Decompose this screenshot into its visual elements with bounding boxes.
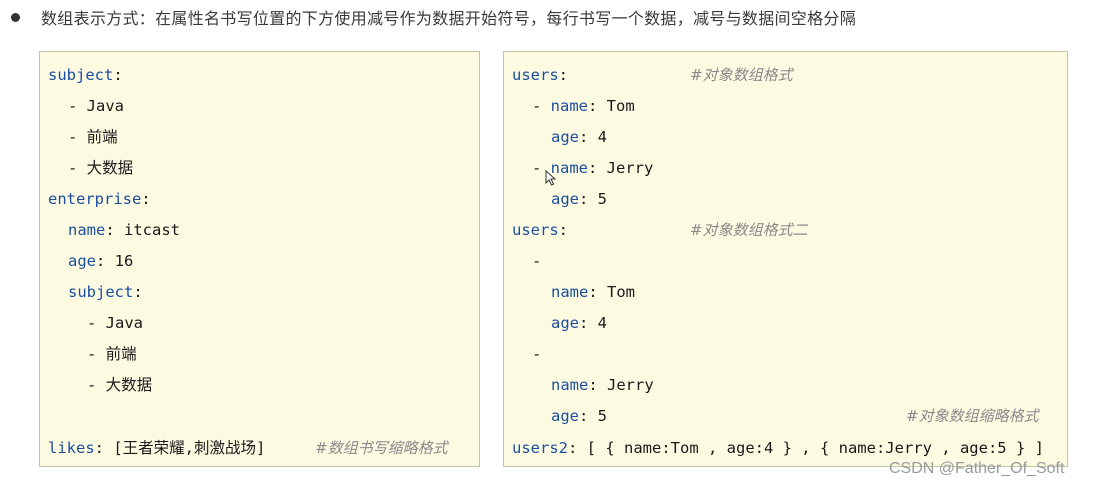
bullet-dot xyxy=(11,12,20,22)
code-line: age: 4 xyxy=(551,314,608,332)
code-line: age: 5 xyxy=(551,190,608,208)
bullet-text: 数组表示方式：在属性名书写位置的下方使用减号作为数据开始符号，每行书写一个数据，… xyxy=(41,9,857,28)
code-line: subject: xyxy=(68,283,143,301)
left-code-panel: subject: - Java - 前端 - 大数据 enterprise: n… xyxy=(39,51,480,467)
code-line: - 前端 xyxy=(68,128,118,146)
code-line: age: 4 xyxy=(551,128,608,146)
code-comment: #对象数组缩略格式 xyxy=(906,407,1039,425)
code-line: name: itcast xyxy=(68,221,180,239)
code-line: - 大数据 xyxy=(87,376,153,394)
right-code-panel: users: #对象数组格式 - name: Tom age: 4 - name… xyxy=(503,51,1068,467)
mouse-cursor-icon xyxy=(545,170,557,186)
code-comment: #对象数组格式二 xyxy=(690,221,808,239)
code-line: name: Tom xyxy=(551,283,635,301)
code-line: - name: Tom xyxy=(532,97,635,115)
code-comment: #数组书写缩略格式 xyxy=(315,439,448,457)
code-line: age: 16 xyxy=(68,252,134,270)
code-line: - xyxy=(532,345,542,363)
code-line: subject: xyxy=(48,66,123,84)
code-line: - xyxy=(532,252,542,270)
code-line: name: Jerry xyxy=(551,376,654,394)
code-comment: #对象数组格式 xyxy=(690,66,793,84)
code-line: likes: [王者荣耀,刺激战场] xyxy=(48,439,266,457)
code-line: users: xyxy=(512,221,569,239)
code-line: users: xyxy=(512,66,569,84)
code-line: users2: [ { name:Tom , age:4 } , { name:… xyxy=(512,439,1044,457)
code-line: age: 5 xyxy=(551,407,608,425)
code-line: enterprise: xyxy=(48,190,151,208)
watermark: CSDN @Father_Of_Soft xyxy=(889,460,1065,477)
bullet-line: 数组表示方式：在属性名书写位置的下方使用减号作为数据开始符号，每行书写一个数据，… xyxy=(10,4,856,30)
code-line: - Java xyxy=(87,314,143,332)
code-line: - 大数据 xyxy=(68,159,134,177)
code-line: - Java xyxy=(68,97,124,115)
code-line: - 前端 xyxy=(87,345,137,363)
